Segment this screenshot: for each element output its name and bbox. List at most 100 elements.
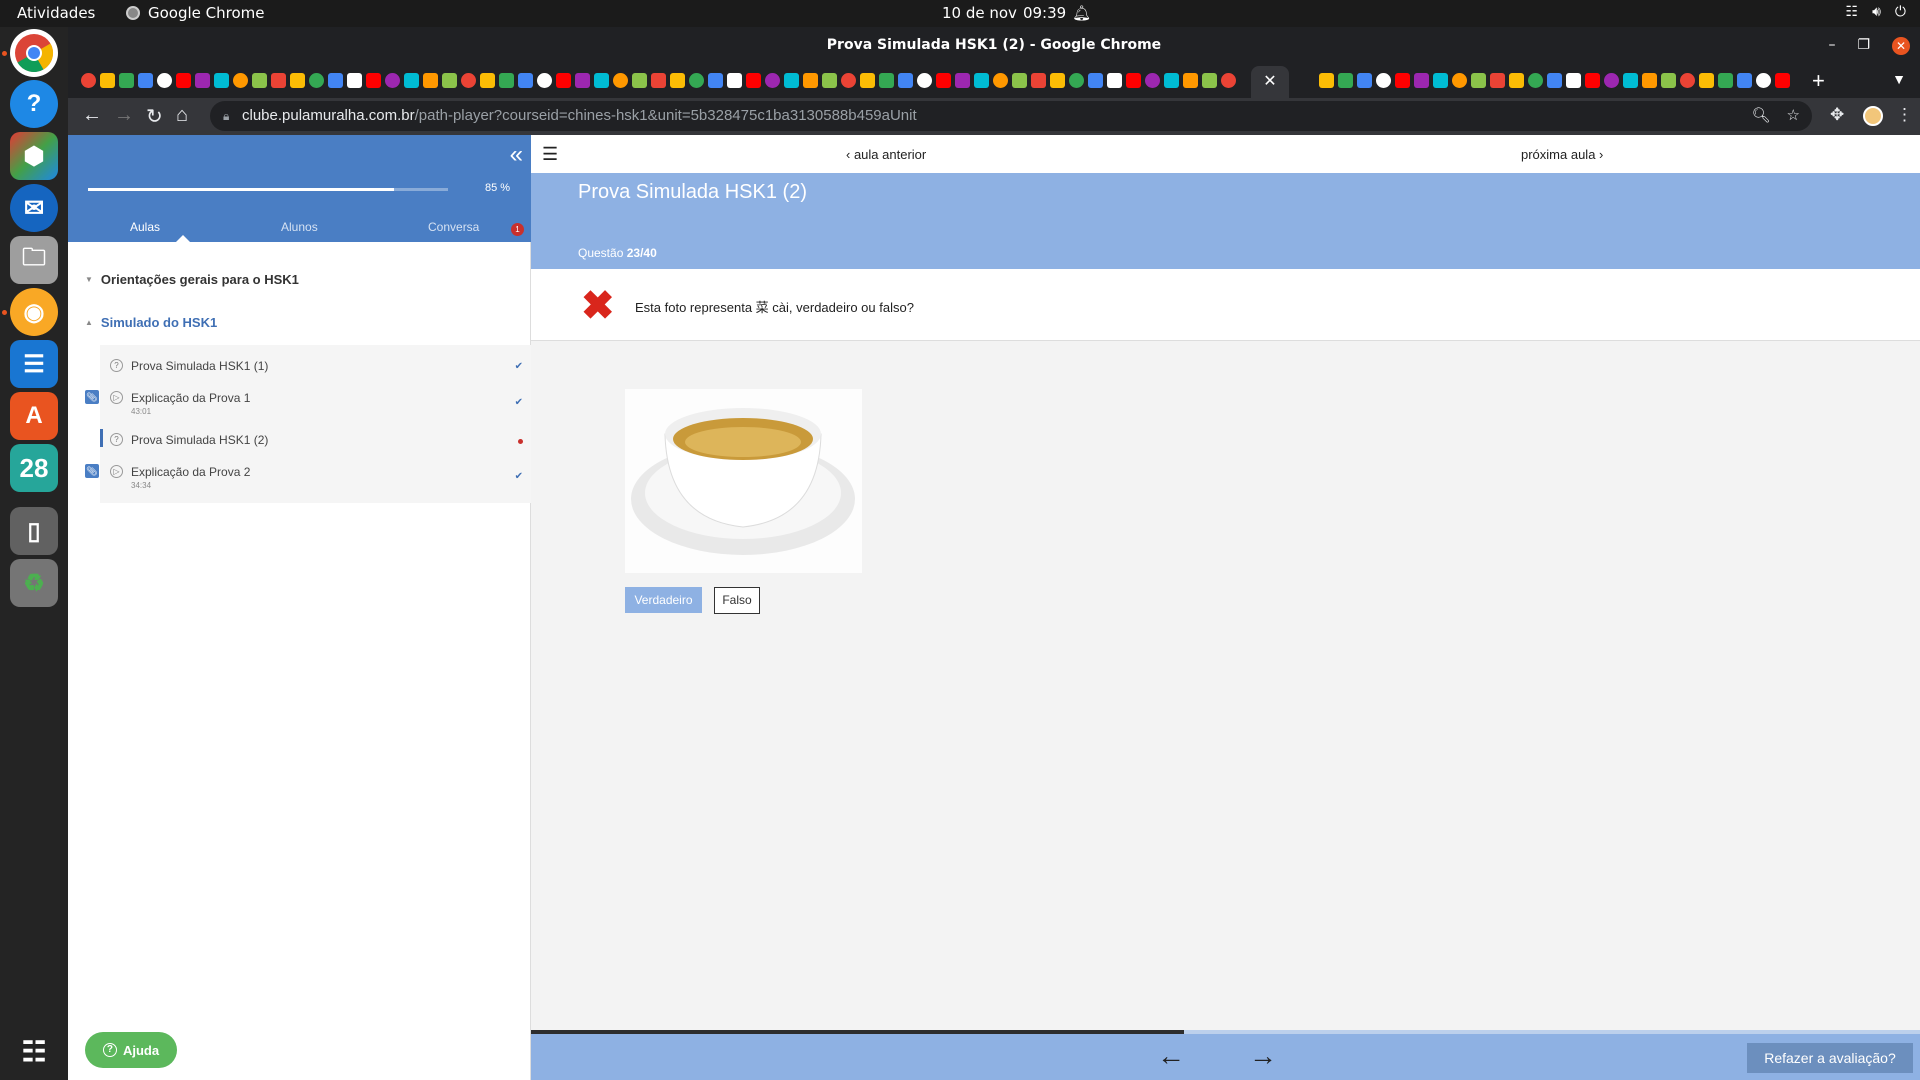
pinned-tab-favicon[interactable] bbox=[727, 73, 742, 88]
pinned-tab-favicon[interactable] bbox=[613, 73, 628, 88]
help-dock-icon[interactable]: ? bbox=[10, 80, 58, 128]
pinned-tab-favicon[interactable] bbox=[1164, 73, 1179, 88]
pinned-tab-favicon[interactable] bbox=[537, 73, 552, 88]
pinned-tab-favicon[interactable] bbox=[1604, 73, 1619, 88]
pinned-tab-favicon[interactable] bbox=[575, 73, 590, 88]
pinned-tab-favicon[interactable] bbox=[309, 73, 324, 88]
help-button[interactable]: ? Ajuda bbox=[85, 1032, 177, 1068]
app-cube-dock-icon[interactable]: ⬢ bbox=[10, 132, 58, 180]
pinned-tab-favicon[interactable] bbox=[1319, 73, 1334, 88]
tab-alunos[interactable]: Alunos bbox=[281, 220, 318, 234]
pinned-tab-favicon[interactable] bbox=[366, 73, 381, 88]
pinned-tab-favicon[interactable] bbox=[784, 73, 799, 88]
pinned-tab-favicon[interactable] bbox=[1718, 73, 1733, 88]
pinned-tab-favicon[interactable] bbox=[233, 73, 248, 88]
chrome-dock-icon[interactable] bbox=[10, 29, 58, 77]
pinned-tab-favicon[interactable] bbox=[157, 73, 172, 88]
back-icon[interactable]: ← bbox=[82, 104, 102, 127]
pinned-tab-favicon[interactable] bbox=[404, 73, 419, 88]
pinned-tab-favicon[interactable] bbox=[1490, 73, 1505, 88]
pinned-tab-favicon[interactable] bbox=[442, 73, 457, 88]
reload-icon[interactable]: ↻ bbox=[146, 104, 163, 129]
tab-conversa[interactable]: Conversa bbox=[428, 220, 479, 234]
show-apps-icon[interactable]: ☷ bbox=[10, 1027, 58, 1075]
pinned-tab-favicon[interactable] bbox=[1547, 73, 1562, 88]
pinned-tab-favicon[interactable] bbox=[499, 73, 514, 88]
chrome-menu-icon[interactable]: ⋮ bbox=[1896, 105, 1913, 125]
pinned-tab-favicon[interactable] bbox=[480, 73, 495, 88]
pinned-tab-favicon[interactable] bbox=[461, 73, 476, 88]
pinned-tab-favicon[interactable] bbox=[955, 73, 970, 88]
pinned-tab-favicon[interactable] bbox=[1050, 73, 1065, 88]
files-dock-icon[interactable]: 🗀︎ bbox=[10, 236, 58, 284]
previous-lesson-link[interactable]: ‹ aula anterior bbox=[846, 147, 926, 162]
pinned-tab-favicon[interactable] bbox=[803, 73, 818, 88]
pinned-tab-favicon[interactable] bbox=[1566, 73, 1581, 88]
zoom-icon[interactable]: 🔍︎ bbox=[1752, 101, 1771, 131]
activities-button[interactable]: Atividades bbox=[17, 4, 95, 22]
pinned-tab-favicon[interactable] bbox=[1012, 73, 1027, 88]
section-orientacoes[interactable]: ▼ Orientações gerais para o HSK1 bbox=[85, 272, 299, 287]
pinned-tab-favicon[interactable] bbox=[385, 73, 400, 88]
pinned-tab-favicon[interactable] bbox=[1471, 73, 1486, 88]
pinned-tab-favicon[interactable] bbox=[1395, 73, 1410, 88]
attachment-icon[interactable]: 📎︎ bbox=[85, 464, 99, 478]
pinned-tab-favicon[interactable] bbox=[138, 73, 153, 88]
pinned-tab-favicon[interactable] bbox=[1642, 73, 1657, 88]
pinned-tab-favicon[interactable] bbox=[1737, 73, 1752, 88]
pinned-tab-favicon[interactable] bbox=[1126, 73, 1141, 88]
new-tab-button[interactable]: + bbox=[1812, 68, 1825, 94]
attachment-icon[interactable]: 📎︎ bbox=[85, 390, 99, 404]
extensions-icon[interactable]: ✥ bbox=[1830, 105, 1844, 125]
close-window-icon[interactable]: ✕ bbox=[1892, 36, 1910, 55]
pinned-tab-favicon[interactable] bbox=[917, 73, 932, 88]
pinned-tab-favicon[interactable] bbox=[1661, 73, 1676, 88]
pinned-tab-favicon[interactable] bbox=[993, 73, 1008, 88]
section-simulado[interactable]: ▲ Simulado do HSK1 bbox=[85, 315, 217, 330]
collapse-sidebar-icon[interactable]: « bbox=[510, 141, 523, 169]
pinned-tab-favicon[interactable] bbox=[1433, 73, 1448, 88]
address-bar[interactable]: 🔒︎ clube.pulamuralha.com.br/path-player?… bbox=[210, 101, 1812, 131]
pinned-tab-favicon[interactable] bbox=[119, 73, 134, 88]
thunderbird-dock-icon[interactable]: ✉ bbox=[10, 184, 58, 232]
tab-search-icon[interactable]: ▼ bbox=[1892, 71, 1906, 87]
system-tray[interactable]: ☷ 🔊︎ ⏻ bbox=[1846, 4, 1906, 20]
pinned-tab-favicon[interactable] bbox=[556, 73, 571, 88]
pinned-tab-favicon[interactable] bbox=[1183, 73, 1198, 88]
home-icon[interactable]: ⌂ bbox=[176, 104, 188, 127]
option-true-button[interactable]: Verdadeiro bbox=[625, 587, 702, 613]
pinned-tab-favicon[interactable] bbox=[974, 73, 989, 88]
menu-icon[interactable]: ☰ bbox=[542, 144, 558, 165]
pinned-tab-favicon[interactable] bbox=[765, 73, 780, 88]
pinned-tab-favicon[interactable] bbox=[518, 73, 533, 88]
next-question-arrow-icon[interactable]: → bbox=[1249, 1040, 1277, 1072]
pinned-tab-favicon[interactable] bbox=[1376, 73, 1391, 88]
pinned-tab-favicon[interactable] bbox=[1756, 73, 1771, 88]
pinned-tab-favicon[interactable] bbox=[214, 73, 229, 88]
retake-quiz-button[interactable]: Refazer a avaliação? bbox=[1747, 1043, 1913, 1073]
pinned-tab-favicon[interactable] bbox=[1357, 73, 1372, 88]
pinned-tab-favicon[interactable] bbox=[271, 73, 286, 88]
trash-dock-icon[interactable]: ♻ bbox=[10, 559, 58, 607]
pinned-tab-favicon[interactable] bbox=[898, 73, 913, 88]
close-tab-icon[interactable]: ✕ bbox=[1263, 73, 1276, 90]
next-lesson-link[interactable]: próxima aula › bbox=[1521, 147, 1603, 162]
pinned-tab-favicon[interactable] bbox=[1699, 73, 1714, 88]
pinned-tab-favicon[interactable] bbox=[651, 73, 666, 88]
tab-aulas[interactable]: Aulas bbox=[130, 220, 160, 234]
pinned-tab-favicon[interactable] bbox=[1338, 73, 1353, 88]
pinned-tab-favicon[interactable] bbox=[1528, 73, 1543, 88]
pinned-tab-favicon[interactable] bbox=[1680, 73, 1695, 88]
previous-question-arrow-icon[interactable]: ← bbox=[1157, 1040, 1185, 1072]
pinned-tab-favicon[interactable] bbox=[1775, 73, 1790, 88]
clock[interactable]: 10 de nov 09:39 🔔︎ bbox=[942, 4, 1091, 22]
app-menu[interactable]: Google Chrome bbox=[126, 4, 265, 22]
pinned-tab-favicon[interactable] bbox=[1452, 73, 1467, 88]
software-dock-icon[interactable]: A bbox=[10, 392, 58, 440]
pinned-tab-favicon[interactable] bbox=[594, 73, 609, 88]
pinned-tab-favicon[interactable] bbox=[195, 73, 210, 88]
pinned-tab-favicon[interactable] bbox=[860, 73, 875, 88]
pinned-tab-favicon[interactable] bbox=[1202, 73, 1217, 88]
pinned-tab-favicon[interactable] bbox=[841, 73, 856, 88]
pinned-tab-favicon[interactable] bbox=[81, 73, 96, 88]
